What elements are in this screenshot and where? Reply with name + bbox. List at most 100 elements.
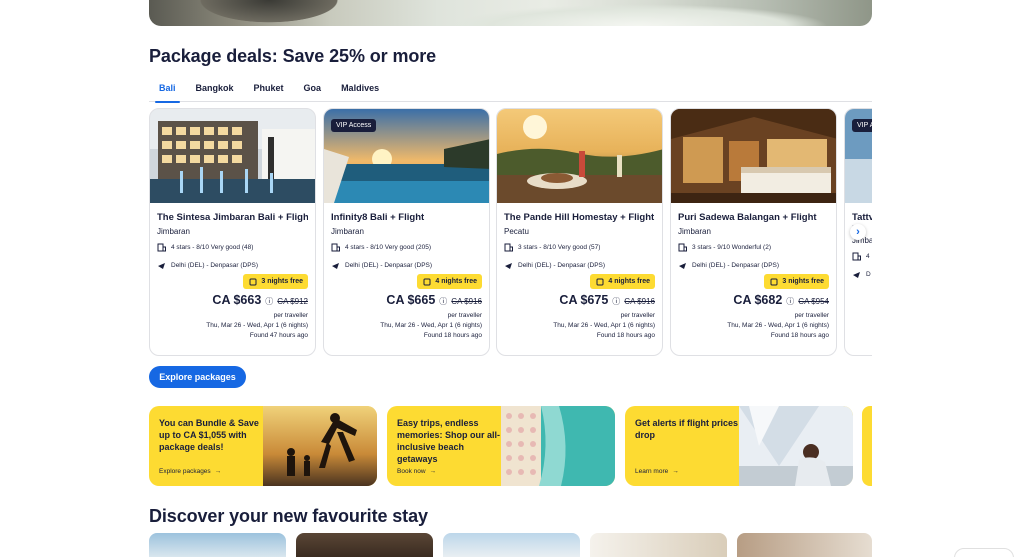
tab-bali[interactable]: Bali	[149, 78, 186, 103]
promo-photo	[263, 406, 377, 486]
vip-access-badge: VIP Access	[331, 119, 377, 132]
package-card[interactable]: The Pande Hill Homestay + Flight Pecatu …	[496, 108, 663, 356]
card-route: Delhi (DEL) - Denpasar (DPS)	[345, 262, 433, 269]
info-icon[interactable]: ⓘ	[265, 296, 273, 307]
old-price: CA $916	[624, 297, 655, 306]
promo-link[interactable]: Explore packages →	[159, 468, 221, 475]
tag-icon	[769, 277, 778, 286]
arrow-right-icon: →	[672, 468, 679, 475]
price-block: CA $682 ⓘ CA $954	[733, 293, 829, 307]
hotel-photo: VIP Access	[324, 109, 489, 203]
vip-access-badge: VIP A	[852, 119, 872, 132]
info-icon[interactable]: ⓘ	[786, 296, 794, 307]
trip-dates: Thu, Mar 26 - Wed, Apr 1 (6 nights)	[206, 322, 308, 329]
nights-free-badge: 4 nights free	[590, 274, 655, 289]
hotel-photo	[150, 109, 315, 203]
old-price: CA $912	[277, 297, 308, 306]
card-route: Delhi (DEL) - Denpasar (DPS)	[692, 262, 780, 269]
current-price: CA $682	[733, 293, 783, 307]
found-time: Found 18 hours ago	[423, 332, 482, 339]
card-rating: 4 stars - 8/10 Very good (205)	[345, 244, 431, 251]
current-price: CA $675	[559, 293, 609, 307]
promo-text: You can Bundle & Save up to CA $1,055 wi…	[159, 418, 259, 452]
trip-dates: Thu, Mar 26 - Wed, Apr 1 (6 nights)	[380, 322, 482, 329]
found-time: Found 18 hours ago	[770, 332, 829, 339]
package-card[interactable]: The Sintesa Jimbaran Bali + Flight Jimba…	[149, 108, 316, 356]
destination-tabs: Bali Bangkok Phuket Goa Maldives	[149, 78, 872, 103]
card-title: The Sintesa Jimbaran Bali + Flight	[157, 212, 308, 223]
package-card[interactable]: Puri Sadewa Balangan + Flight Jimbaran 3…	[670, 108, 837, 356]
nights-free-badge: 3 nights free	[243, 274, 308, 289]
chat-bubble[interactable]	[954, 548, 1014, 557]
per-traveller: per traveller	[273, 312, 308, 319]
current-price: CA $663	[212, 293, 262, 307]
card-route: D	[866, 271, 871, 278]
promo-card-beach[interactable]: Easy trips, endless memories: Shop our a…	[387, 406, 615, 486]
old-price: CA $916	[451, 297, 482, 306]
per-traveller: per traveller	[620, 312, 655, 319]
hotel-photo: VIP A	[845, 109, 872, 203]
card-title: The Pande Hill Homestay + Flight	[504, 212, 655, 223]
card-location: Jimbaran	[157, 227, 190, 236]
hotel-photo	[671, 109, 836, 203]
flight-icon	[157, 261, 166, 270]
stay-card[interactable]	[296, 533, 433, 557]
hotel-icon	[157, 243, 166, 252]
arrow-right-icon: →	[429, 468, 437, 475]
package-card[interactable]: VIP Access Infinity8 Bali + Flight Jimba…	[323, 108, 490, 356]
tab-bangkok[interactable]: Bangkok	[186, 78, 244, 102]
info-icon[interactable]: ⓘ	[439, 296, 447, 307]
trip-dates: Thu, Mar 26 - Wed, Apr 1 (6 nights)	[553, 322, 655, 329]
promo-text: Easy trips, endless memories: Shop our a…	[397, 418, 501, 464]
nights-free-badge: 4 nights free	[417, 274, 482, 289]
found-time: Found 18 hours ago	[596, 332, 655, 339]
hotel-photo	[497, 109, 662, 203]
card-title: Tattv	[852, 212, 872, 223]
promo-link[interactable]: Learn more →	[635, 468, 679, 475]
card-location: Pecatu	[504, 227, 529, 236]
tab-maldives[interactable]: Maldives	[331, 78, 389, 102]
stay-card[interactable]	[590, 533, 727, 557]
tag-icon	[595, 277, 604, 286]
promo-text: Get alerts if flight prices drop	[635, 418, 739, 440]
info-icon[interactable]: ⓘ	[612, 296, 620, 307]
tag-icon	[422, 277, 431, 286]
hotel-icon	[504, 243, 513, 252]
card-route: Delhi (DEL) - Denpasar (DPS)	[518, 262, 606, 269]
stay-card[interactable]	[737, 533, 872, 557]
hotel-icon	[678, 243, 687, 252]
stays-heading: Discover your new favourite stay	[149, 506, 428, 526]
packages-heading: Package deals: Save 25% or more	[149, 46, 437, 66]
flight-icon	[852, 270, 861, 279]
promo-card-price-alerts[interactable]: Get alerts if flight prices drop Learn m…	[625, 406, 853, 486]
card-title: Infinity8 Bali + Flight	[331, 212, 425, 223]
promo-card-bundle[interactable]: You can Bundle & Save up to CA $1,055 wi…	[149, 406, 377, 486]
hotel-icon	[852, 252, 861, 261]
carousel-next-icon[interactable]: ›	[850, 224, 866, 240]
flight-icon	[678, 261, 687, 270]
promo-link[interactable]: Book now →	[397, 468, 436, 475]
flight-icon	[504, 261, 513, 270]
tab-phuket[interactable]: Phuket	[244, 78, 294, 102]
tab-goa[interactable]: Goa	[294, 78, 332, 102]
trip-dates: Thu, Mar 26 - Wed, Apr 1 (6 nights)	[727, 322, 829, 329]
promo-photo	[501, 406, 615, 486]
card-title: Puri Sadewa Balangan + Flight	[678, 212, 817, 223]
card-rating: 3 stars - 8/10 Very good (57)	[518, 244, 601, 251]
card-rating: 3 stars - 9/10 Wonderful (2)	[692, 244, 771, 251]
old-price: CA $954	[798, 297, 829, 306]
card-rating: 4 stars - 8/10 Very good (48)	[171, 244, 254, 251]
price-block: CA $665 ⓘ CA $916	[386, 293, 482, 307]
card-rating: 4	[866, 253, 870, 260]
tag-icon	[248, 277, 257, 286]
hero-image	[149, 0, 872, 26]
promo-card-next[interactable]	[862, 406, 872, 486]
hotel-icon	[331, 243, 340, 252]
price-block: CA $675 ⓘ CA $916	[559, 293, 655, 307]
stay-card[interactable]	[443, 533, 580, 557]
explore-packages-button[interactable]: Explore packages	[149, 366, 246, 388]
current-price: CA $665	[386, 293, 436, 307]
stay-card[interactable]	[149, 533, 286, 557]
promo-photo	[739, 406, 853, 486]
per-traveller: per traveller	[447, 312, 482, 319]
